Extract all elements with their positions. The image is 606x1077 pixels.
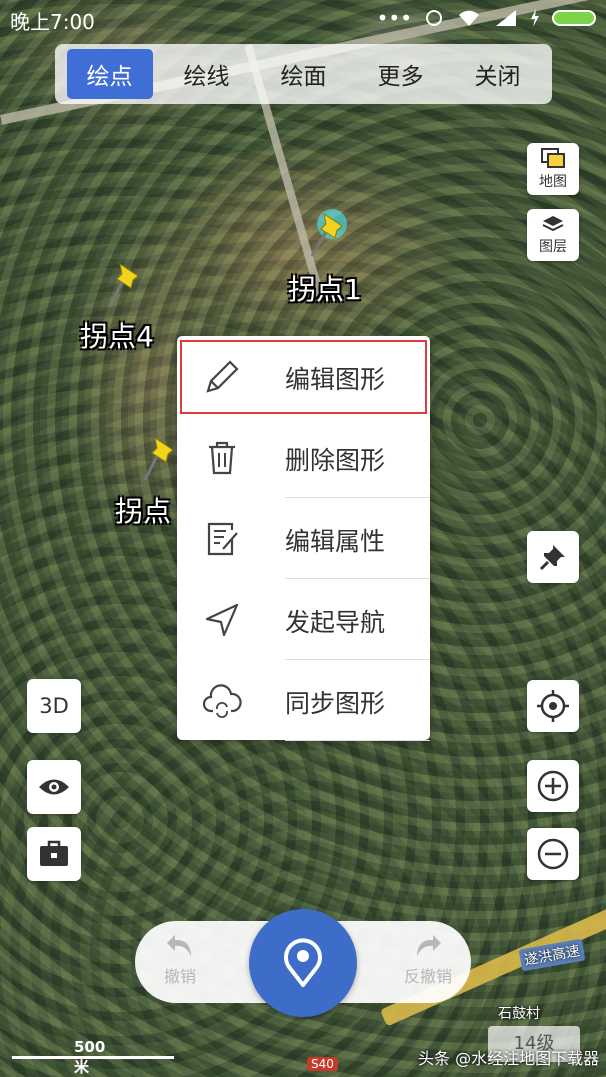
map-type-icon xyxy=(541,148,565,168)
more-dots-icon: ••• xyxy=(376,6,412,30)
draw-polygon-button[interactable]: 绘面 xyxy=(261,49,347,99)
menu-item-label: 同步图形 xyxy=(285,689,386,718)
status-icons: ••• xyxy=(377,6,596,30)
layers-button[interactable]: 图层 xyxy=(527,209,579,261)
close-button[interactable]: 关闭 xyxy=(455,49,541,99)
visibility-button[interactable] xyxy=(27,760,81,814)
pin-label: 拐点 xyxy=(115,495,172,528)
layers-label: 图层 xyxy=(539,239,567,255)
selected-pin-icon[interactable] xyxy=(304,208,350,264)
location-pin-icon xyxy=(284,938,322,987)
status-time: 晚上7:00 xyxy=(10,10,95,34)
layers-icon xyxy=(542,216,564,232)
navigation-arrow-icon xyxy=(205,603,239,637)
redo-button[interactable]: 反撤销 xyxy=(393,933,463,987)
pin-icon[interactable] xyxy=(100,258,146,314)
draw-toolbar: 绘点 绘线 绘面 更多 关闭 xyxy=(55,44,552,104)
eye-icon xyxy=(39,779,69,795)
menu-item-label: 删除图形 xyxy=(285,446,386,475)
menu-item-label: 编辑属性 xyxy=(285,527,386,556)
draw-point-button[interactable]: 绘点 xyxy=(66,49,153,99)
add-location-button[interactable] xyxy=(249,909,357,1017)
menu-item-label: 发起导航 xyxy=(285,608,386,637)
alarm-icon xyxy=(426,10,442,26)
zoom-out-button[interactable] xyxy=(527,828,579,880)
village-label: 石鼓村 xyxy=(498,1006,540,1022)
undo-label: 撤销 xyxy=(163,967,196,986)
scale-bar xyxy=(12,1056,174,1059)
menu-start-navigation[interactable]: 发起导航 xyxy=(177,579,430,660)
minus-icon xyxy=(537,838,569,870)
pencil-icon xyxy=(206,360,239,393)
plus-icon xyxy=(537,770,569,802)
battery-icon xyxy=(552,10,596,26)
map-type-button[interactable]: 地图 xyxy=(527,143,579,195)
status-bar: 晚上7:00 ••• xyxy=(0,0,606,36)
pin-label: 拐点4 xyxy=(80,320,154,353)
3d-label: 3D xyxy=(39,694,69,718)
charging-icon xyxy=(531,9,539,27)
redo-icon xyxy=(417,935,441,957)
more-button[interactable]: 更多 xyxy=(358,49,444,99)
wifi-icon xyxy=(459,10,479,26)
divider xyxy=(285,740,430,741)
trash-icon xyxy=(209,441,235,475)
road-shield-label: S40 xyxy=(307,1057,338,1071)
toolbox-button[interactable] xyxy=(27,827,81,881)
menu-item-label: 编辑图形 xyxy=(285,365,386,394)
pin-tool-button[interactable] xyxy=(527,531,579,583)
pin-label: 拐点1 xyxy=(288,273,362,306)
crosshair-icon xyxy=(537,690,569,722)
menu-delete-shape[interactable]: 删除图形 xyxy=(177,417,430,498)
feature-context-menu: 编辑图形 删除图形 编辑属性 发起导航 同步图形 xyxy=(177,336,430,741)
locate-button[interactable] xyxy=(527,680,579,732)
3d-button[interactable]: 3D xyxy=(27,679,81,733)
menu-edit-attributes[interactable]: 编辑属性 xyxy=(177,498,430,579)
map-type-label: 地图 xyxy=(539,174,567,190)
cloud-sync-icon xyxy=(202,684,242,718)
watermark: 头条 @水经注地图下载器 xyxy=(418,1049,600,1068)
menu-edit-shape[interactable]: 编辑图形 xyxy=(180,340,427,414)
zoom-in-button[interactable] xyxy=(527,760,579,812)
signal-icon xyxy=(496,10,516,26)
draw-line-button[interactable]: 绘线 xyxy=(164,49,250,99)
pushpin-icon xyxy=(539,545,565,571)
redo-label: 反撤销 xyxy=(403,967,452,986)
briefcase-icon xyxy=(40,840,68,866)
edit-form-icon xyxy=(207,522,238,556)
undo-button[interactable]: 撤销 xyxy=(145,933,215,987)
undo-icon xyxy=(167,935,191,957)
menu-sync-shape[interactable]: 同步图形 xyxy=(177,660,430,741)
pin-icon[interactable] xyxy=(135,432,181,488)
